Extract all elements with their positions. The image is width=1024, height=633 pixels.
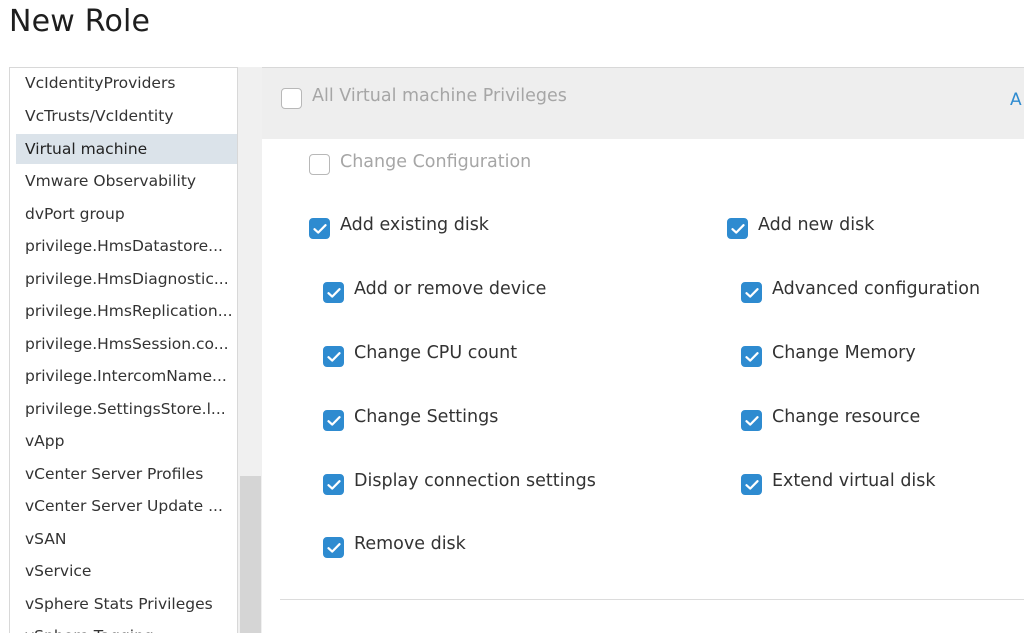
sidebar-item-virtual-machine[interactable]: Virtual machine (16, 134, 237, 164)
change-memory-label: Change Memory (772, 343, 916, 363)
add-new-disk-checkbox[interactable] (727, 218, 748, 239)
change-settings-checkbox[interactable] (323, 410, 344, 431)
display-connection-settings-label: Display connection settings (354, 471, 596, 491)
sidebar-scrollbar-thumb[interactable] (240, 476, 261, 633)
sidebar-item-intercomname[interactable]: privilege.IntercomName... (16, 361, 237, 391)
change-cpu-count-label: Change CPU count (354, 343, 518, 363)
sidebar-item-vsan[interactable]: vSAN (16, 524, 237, 554)
sidebar-item-vcenter-server-profiles[interactable]: vCenter Server Profiles (16, 459, 237, 489)
header-link[interactable]: A (1010, 90, 1022, 110)
check-icon (731, 224, 745, 234)
check-icon (745, 480, 759, 490)
extend-virtual-disk-checkbox[interactable] (741, 474, 762, 495)
all-privileges-checkbox[interactable] (281, 88, 302, 109)
change-cpu-count-checkbox[interactable] (323, 346, 344, 367)
section-divider (280, 599, 1024, 600)
page-title: New Role (9, 4, 151, 39)
add-remove-device-checkbox[interactable] (323, 282, 344, 303)
add-existing-disk-label: Add existing disk (340, 215, 489, 235)
check-icon (327, 480, 341, 490)
sidebar-item-hmsdatastore[interactable]: privilege.HmsDatastore... (16, 231, 237, 261)
check-icon (745, 352, 759, 362)
change-memory-checkbox[interactable] (741, 346, 762, 367)
add-new-disk-label: Add new disk (758, 215, 875, 235)
display-connection-settings-checkbox[interactable] (323, 474, 344, 495)
add-remove-device-label: Add or remove device (354, 279, 547, 299)
sidebar-item-vcenter-server-update[interactable]: vCenter Server Update ... (16, 491, 237, 521)
change-configuration-label: Change Configuration (340, 152, 532, 172)
sidebar-item-hmsdiagnostic[interactable]: privilege.HmsDiagnostic... (16, 264, 237, 294)
change-configuration-checkbox[interactable] (309, 154, 330, 175)
change-resource-checkbox[interactable] (741, 410, 762, 431)
check-icon (327, 352, 341, 362)
remove-disk-checkbox[interactable] (323, 537, 344, 558)
check-icon (313, 224, 327, 234)
sidebar-item-hmssession[interactable]: privilege.HmsSession.co... (16, 329, 237, 359)
add-existing-disk-checkbox[interactable] (309, 218, 330, 239)
check-icon (327, 416, 341, 426)
change-settings-label: Change Settings (354, 407, 499, 427)
check-icon (327, 288, 341, 298)
advanced-configuration-checkbox[interactable] (741, 282, 762, 303)
all-privileges-label: All Virtual machine Privileges (312, 86, 567, 106)
sidebar-item-vapp[interactable]: vApp (16, 426, 237, 456)
privilege-category-list: VcIdentityProviders VcTrusts/VcIdentity … (9, 67, 238, 633)
advanced-configuration-label: Advanced configuration (772, 279, 981, 299)
sidebar-item-vsphere-tagging[interactable]: vSphere Tagging (16, 621, 237, 633)
check-icon (745, 288, 759, 298)
sidebar-item-dvport-group[interactable]: dvPort group (16, 199, 237, 229)
sidebar-item-vmware-observability[interactable]: Vmware Observability (16, 166, 237, 196)
check-icon (745, 416, 759, 426)
sidebar-item-vsphere-stats[interactable]: vSphere Stats Privileges (16, 589, 237, 619)
sidebar-item-vservice[interactable]: vService (16, 556, 237, 586)
sidebar-item-settingsstore[interactable]: privilege.SettingsStore.l... (16, 394, 237, 424)
sidebar-item-vctrusts[interactable]: VcTrusts/VcIdentity (16, 101, 237, 131)
remove-disk-label: Remove disk (354, 534, 466, 554)
check-icon (327, 543, 341, 553)
extend-virtual-disk-label: Extend virtual disk (772, 471, 936, 491)
sidebar-item-hmsreplication[interactable]: privilege.HmsReplication... (16, 296, 237, 326)
change-resource-label: Change resource (772, 407, 921, 427)
sidebar-item-vcidentityproviders[interactable]: VcIdentityProviders (16, 68, 237, 98)
